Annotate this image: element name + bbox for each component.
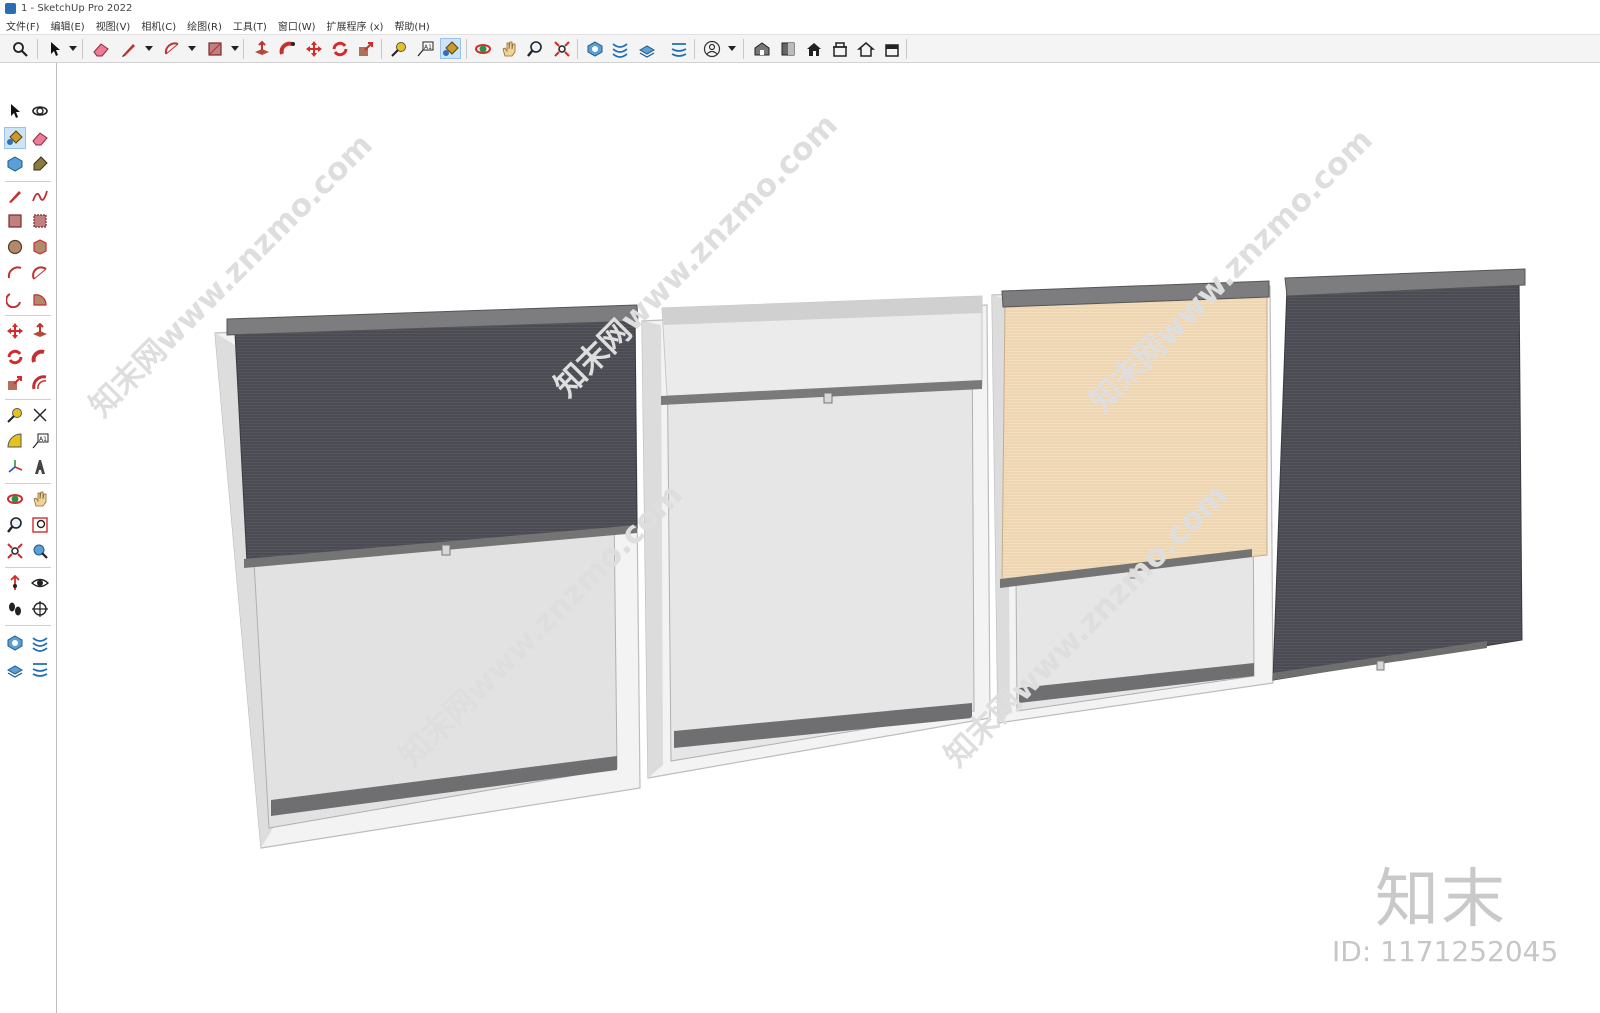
pie-icon[interactable] <box>29 288 51 310</box>
pencil-icon[interactable] <box>118 38 139 59</box>
stamp-icon[interactable] <box>636 38 657 59</box>
brand-logo: 知末 <box>1375 863 1507 937</box>
menu-help[interactable]: 帮助(H) <box>388 18 434 33</box>
model-viewport[interactable]: 知末网www.znzmo.com 知末网www.znzmo.com 知末网www… <box>57 63 1600 1013</box>
menu-edit[interactable]: 编辑(E) <box>45 18 90 33</box>
tape-measure-icon[interactable] <box>388 38 409 59</box>
pan-icon[interactable] <box>29 488 51 510</box>
zoom-extents-icon[interactable] <box>4 540 26 562</box>
drape-icon[interactable] <box>29 658 51 680</box>
previous-view-icon[interactable] <box>29 540 51 562</box>
rotate-icon[interactable] <box>329 38 350 59</box>
sandbox-icon[interactable] <box>4 632 26 654</box>
scale-icon[interactable] <box>4 372 26 394</box>
smoove-icon[interactable] <box>609 38 630 59</box>
window-title: 1 - SketchUp Pro 2022 <box>21 3 133 14</box>
smoove-icon[interactable] <box>29 632 51 654</box>
orbit-icon[interactable] <box>29 100 51 122</box>
3d-text-icon[interactable] <box>29 456 51 478</box>
left-toolbar: A1 <box>0 63 57 1013</box>
protractor-icon[interactable] <box>4 430 26 452</box>
house-icon[interactable] <box>803 38 824 59</box>
main-toolbar: A1 <box>0 34 1600 63</box>
zoom-window-icon[interactable] <box>29 514 51 536</box>
walk-icon[interactable] <box>4 598 26 620</box>
rectangle-dropdown-icon[interactable] <box>231 46 239 51</box>
orbit-icon[interactable] <box>472 38 493 59</box>
freehand-icon[interactable] <box>29 185 51 207</box>
look-around-icon[interactable] <box>29 572 51 594</box>
polygon-icon[interactable] <box>29 236 51 258</box>
text-label-icon[interactable]: A1 <box>29 430 51 452</box>
eraser-icon[interactable] <box>29 127 51 149</box>
brand-id: ID: 1171252045 <box>1332 935 1559 968</box>
push-pull-icon[interactable] <box>251 38 272 59</box>
sketchup-logo-icon <box>5 3 16 14</box>
section-icon[interactable] <box>855 38 876 59</box>
scale-icon[interactable] <box>355 38 376 59</box>
arc-icon[interactable] <box>4 262 26 284</box>
svg-text:A1: A1 <box>39 436 47 443</box>
three-point-arc-icon[interactable] <box>4 288 26 310</box>
house-outline-icon[interactable] <box>829 38 850 59</box>
menu-bar: 文件(F) 编辑(E) 视图(V) 相机(C) 绘图(R) 工具(T) 窗口(W… <box>0 17 1600 34</box>
move-icon[interactable] <box>303 38 324 59</box>
title-bar: 1 - SketchUp Pro 2022 <box>0 0 1600 17</box>
circle-icon[interactable] <box>4 236 26 258</box>
follow-me-icon[interactable] <box>277 38 298 59</box>
pencil-icon[interactable] <box>4 185 26 207</box>
paint-bucket-icon[interactable] <box>4 127 26 149</box>
offset-icon[interactable] <box>29 372 51 394</box>
menu-extensions[interactable]: 扩展程序 (x) <box>321 18 389 33</box>
zoom-extents-icon[interactable] <box>551 38 572 59</box>
orbit-icon[interactable] <box>4 488 26 510</box>
push-pull-icon[interactable] <box>29 320 51 342</box>
menu-window[interactable]: 窗口(W) <box>272 18 321 33</box>
section-cut-icon[interactable] <box>881 38 902 59</box>
search-icon[interactable] <box>9 38 30 59</box>
rotate-icon[interactable] <box>4 346 26 368</box>
arc-dropdown-icon[interactable] <box>188 46 196 51</box>
rectangle-icon[interactable] <box>204 38 225 59</box>
tag-icon[interactable] <box>29 153 51 175</box>
eraser-icon[interactable] <box>90 38 111 59</box>
axes-icon[interactable] <box>4 456 26 478</box>
menu-file[interactable]: 文件(F) <box>0 18 45 33</box>
arc-icon[interactable] <box>161 38 182 59</box>
drape-icon[interactable] <box>668 38 689 59</box>
move-icon[interactable] <box>4 320 26 342</box>
zoom-icon[interactable] <box>524 38 545 59</box>
stamp-icon[interactable] <box>4 658 26 680</box>
paint-bucket-icon[interactable] <box>440 38 461 59</box>
menu-camera[interactable]: 相机(C) <box>135 18 181 33</box>
user-dropdown-icon[interactable] <box>728 46 736 51</box>
follow-me-icon[interactable] <box>29 346 51 368</box>
warehouse-icon[interactable] <box>751 38 772 59</box>
component-icon[interactable] <box>4 153 26 175</box>
section-plane-icon[interactable] <box>29 598 51 620</box>
select-icon[interactable] <box>44 38 65 59</box>
pan-icon[interactable] <box>498 38 519 59</box>
menu-view[interactable]: 视图(V) <box>90 18 136 33</box>
rectangle-icon[interactable] <box>4 210 26 232</box>
text-label-icon[interactable]: A1 <box>414 38 435 59</box>
pencil-dropdown-icon[interactable] <box>145 46 153 51</box>
menu-tools[interactable]: 工具(T) <box>227 18 272 33</box>
rotated-rectangle-icon[interactable] <box>29 210 51 232</box>
tape-measure-icon[interactable] <box>4 404 26 426</box>
user-icon[interactable] <box>701 38 722 59</box>
two-point-arc-icon[interactable] <box>29 262 51 284</box>
svg-text:A1: A1 <box>424 44 432 51</box>
dimension-icon[interactable] <box>29 404 51 426</box>
sandbox-icon[interactable] <box>584 38 605 59</box>
menu-draw[interactable]: 绘图(R) <box>181 18 227 33</box>
window-unit-2[interactable] <box>641 295 991 779</box>
window-unit-4[interactable] <box>1272 268 1526 681</box>
position-camera-icon[interactable] <box>4 572 26 594</box>
component-icon[interactable] <box>777 38 798 59</box>
select-icon[interactable] <box>4 100 26 122</box>
zoom-icon[interactable] <box>4 514 26 536</box>
select-dropdown-icon[interactable] <box>69 46 77 51</box>
